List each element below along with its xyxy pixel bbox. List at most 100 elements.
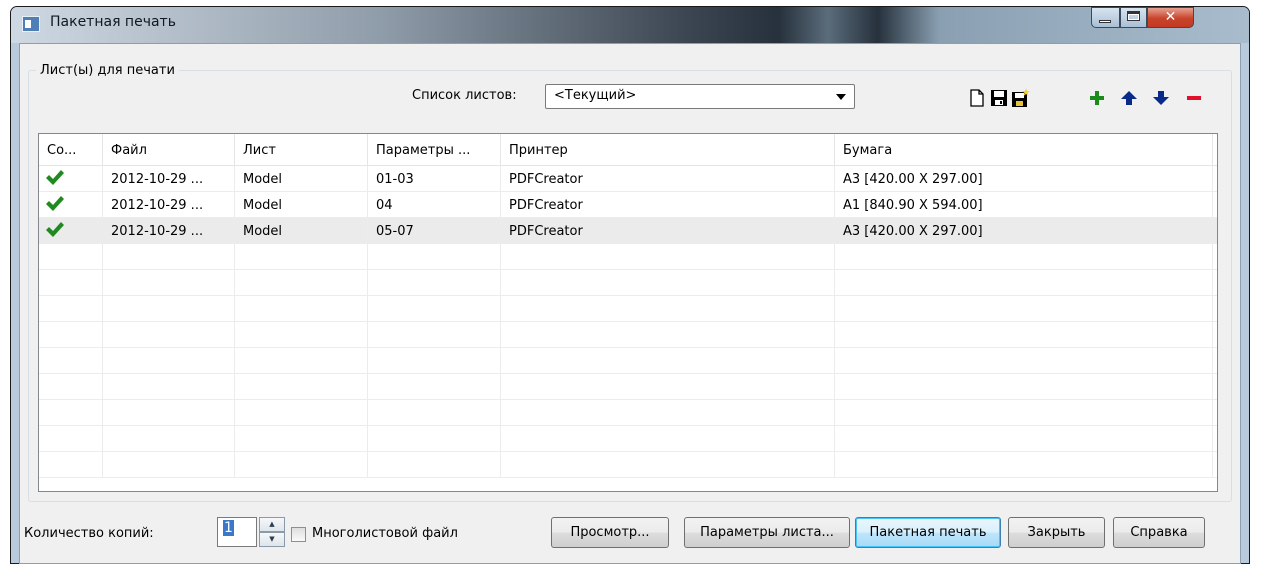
move-up-icon[interactable] bbox=[1118, 88, 1140, 108]
cell-empty bbox=[103, 452, 235, 477]
help-button[interactable]: Справка bbox=[1113, 517, 1205, 548]
copies-spin-up-button[interactable]: ▲ bbox=[259, 517, 285, 532]
save-as-icon[interactable] bbox=[1010, 88, 1032, 108]
cell-paper: A3 [420.00 X 297.00] bbox=[835, 218, 1213, 243]
column-header-paper[interactable]: Бумага bbox=[835, 134, 1213, 166]
table-row[interactable]: 2012-10-29 ... Model 04 PDFCreator A1 [840.9… bbox=[39, 192, 1217, 218]
cell-empty bbox=[501, 244, 835, 269]
table-row-empty bbox=[39, 270, 1217, 296]
cell-empty bbox=[501, 296, 835, 321]
cell-empty bbox=[103, 270, 235, 295]
save-icon[interactable] bbox=[988, 88, 1010, 108]
group-title: Лист(ы) для печати bbox=[36, 63, 179, 78]
cell-empty bbox=[368, 400, 501, 425]
table-row-empty bbox=[39, 374, 1217, 400]
cell-params: 05-07 bbox=[368, 218, 501, 243]
copies-label: Количество копий: bbox=[24, 526, 154, 541]
status-check-icon bbox=[39, 192, 103, 217]
table-row-empty bbox=[39, 322, 1217, 348]
cell-empty bbox=[368, 244, 501, 269]
cell-empty bbox=[835, 348, 1213, 373]
cell-empty bbox=[235, 244, 368, 269]
preview-button[interactable]: Просмотр... bbox=[551, 517, 669, 548]
cell-empty bbox=[835, 322, 1213, 347]
cell-empty bbox=[835, 452, 1213, 477]
window-title: Пакетная печать bbox=[50, 14, 176, 30]
column-header-file[interactable]: Файл bbox=[103, 134, 235, 166]
sheets-table[interactable]: Со... Файл Лист Параметры ... Принтер Бу… bbox=[38, 133, 1218, 492]
cell-empty bbox=[103, 374, 235, 399]
status-check-icon bbox=[39, 218, 103, 243]
cell-printer: PDFCreator bbox=[501, 218, 835, 243]
cell-empty bbox=[501, 400, 835, 425]
cell-params: 04 bbox=[368, 192, 501, 217]
sheets-list-dropdown[interactable]: <Текущий> bbox=[545, 84, 855, 109]
cell-empty bbox=[501, 322, 835, 347]
cell-file: 2012-10-29 ... bbox=[103, 218, 235, 243]
multi-sheet-file-checkbox[interactable] bbox=[291, 527, 306, 542]
sheet-params-button[interactable]: Параметры листа... bbox=[684, 517, 850, 548]
cell-empty bbox=[368, 348, 501, 373]
cell-empty bbox=[501, 452, 835, 477]
cell-empty bbox=[368, 296, 501, 321]
cell-empty bbox=[501, 348, 835, 373]
table-row[interactable]: 2012-10-29 ... Model 01-03 PDFCreator A3 [42… bbox=[39, 166, 1217, 192]
cell-empty bbox=[39, 374, 103, 399]
cell-paper: A1 [840.90 X 594.00] bbox=[835, 192, 1213, 217]
cell-sheet: Model bbox=[235, 218, 368, 243]
cell-empty bbox=[39, 452, 103, 477]
copies-value: 1 bbox=[223, 520, 234, 536]
cell-empty bbox=[835, 296, 1213, 321]
table-row-empty bbox=[39, 296, 1217, 322]
cell-empty bbox=[368, 426, 501, 451]
minimize-icon bbox=[1099, 20, 1111, 23]
table-row-empty bbox=[39, 426, 1217, 452]
cell-file: 2012-10-29 ... bbox=[103, 166, 235, 191]
copies-spin-down-button[interactable]: ▼ bbox=[259, 532, 285, 547]
cell-empty bbox=[235, 348, 368, 373]
add-icon[interactable] bbox=[1086, 88, 1108, 108]
column-header-params[interactable]: Параметры ... bbox=[368, 134, 501, 166]
cell-file: 2012-10-29 ... bbox=[103, 192, 235, 217]
cell-empty bbox=[103, 400, 235, 425]
cell-empty bbox=[235, 322, 368, 347]
app-icon bbox=[22, 16, 40, 32]
cell-empty bbox=[835, 400, 1213, 425]
cell-empty bbox=[39, 322, 103, 347]
batch-print-button[interactable]: Пакетная печать bbox=[855, 517, 1001, 548]
cell-empty bbox=[835, 426, 1213, 451]
cell-empty bbox=[835, 244, 1213, 269]
cell-empty bbox=[235, 452, 368, 477]
triangle-down-icon: ▼ bbox=[269, 535, 275, 543]
cell-sheet: Model bbox=[235, 192, 368, 217]
sheets-list-label: Список листов: bbox=[412, 88, 517, 103]
move-down-icon[interactable] bbox=[1150, 88, 1172, 108]
close-button[interactable]: Закрыть bbox=[1008, 517, 1105, 548]
column-header-status[interactable]: Со... bbox=[39, 134, 103, 166]
title-bar[interactable] bbox=[11, 7, 1249, 43]
close-window-button[interactable]: ✕ bbox=[1147, 7, 1194, 28]
table-row-empty bbox=[39, 244, 1217, 270]
cell-empty bbox=[835, 374, 1213, 399]
cell-empty bbox=[235, 374, 368, 399]
minimize-button[interactable] bbox=[1091, 7, 1120, 28]
cell-empty bbox=[39, 296, 103, 321]
table-row-empty bbox=[39, 452, 1217, 478]
remove-icon[interactable] bbox=[1183, 88, 1205, 108]
cell-params: 01-03 bbox=[368, 166, 501, 191]
multi-sheet-file-label: Многолистовой файл bbox=[312, 526, 458, 541]
cell-empty bbox=[103, 244, 235, 269]
column-header-sheet[interactable]: Лист bbox=[235, 134, 368, 166]
cell-empty bbox=[103, 322, 235, 347]
cell-empty bbox=[235, 426, 368, 451]
cell-empty bbox=[835, 270, 1213, 295]
close-icon: ✕ bbox=[1164, 9, 1177, 25]
column-header-printer[interactable]: Принтер bbox=[501, 134, 835, 166]
cell-empty bbox=[39, 426, 103, 451]
cell-empty bbox=[501, 426, 835, 451]
table-row-empty bbox=[39, 348, 1217, 374]
table-row[interactable]: 2012-10-29 ... Model 05-07 PDFCreator A3 [42… bbox=[39, 218, 1217, 244]
new-file-icon[interactable] bbox=[966, 88, 988, 108]
cell-empty bbox=[39, 244, 103, 269]
table-header: Со... Файл Лист Параметры ... Принтер Бу… bbox=[39, 134, 1217, 166]
